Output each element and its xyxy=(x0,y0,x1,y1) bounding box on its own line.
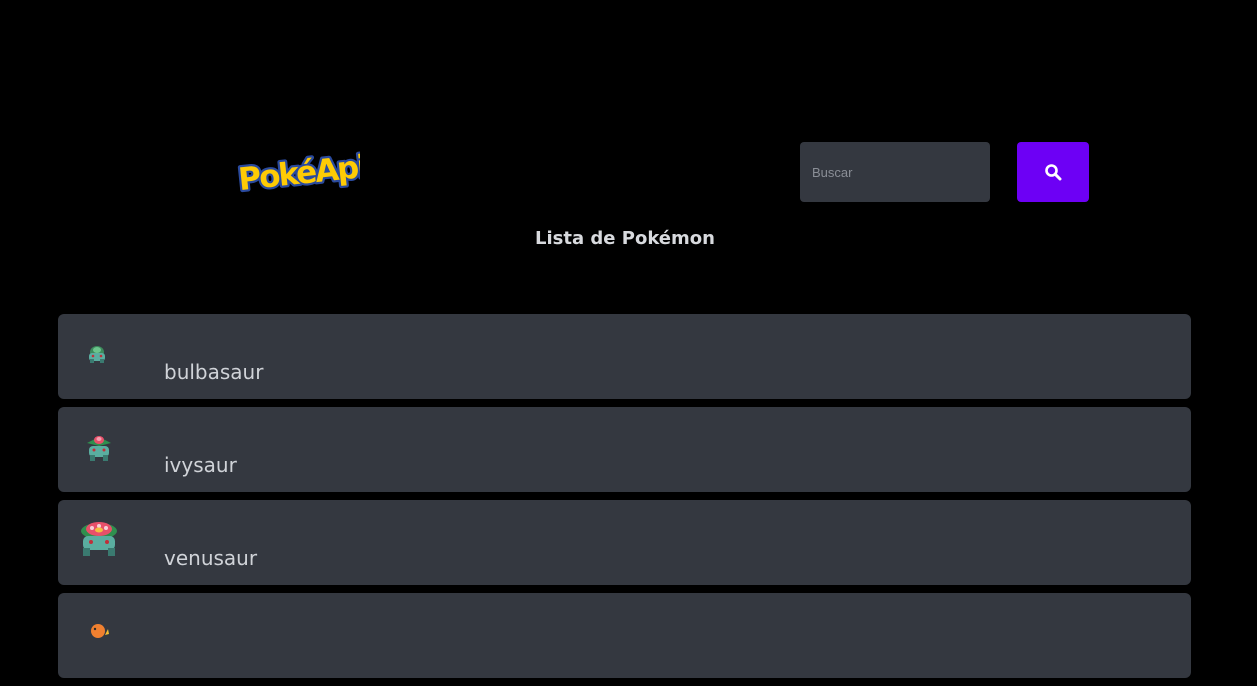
pokeapi-logo: PokéApi xyxy=(235,147,360,196)
pokemon-name: ivysaur xyxy=(164,453,237,477)
pokemon-card-ivysaur[interactable]: ivysaur xyxy=(58,407,1191,492)
pokemon-list: bulbasaur ivysaur venusaur xyxy=(58,314,1191,686)
pokemon-name: bulbasaur xyxy=(164,360,264,384)
ivysaur-sprite xyxy=(87,436,111,461)
pokemon-card-charmander[interactable] xyxy=(58,593,1191,678)
search-button[interactable] xyxy=(1017,142,1089,202)
svg-text:PokéApi: PokéApi xyxy=(237,149,360,196)
pokemon-card-venusaur[interactable]: venusaur xyxy=(58,500,1191,585)
charmander-sprite xyxy=(91,624,109,638)
pokemon-card-bulbasaur[interactable]: bulbasaur xyxy=(58,314,1191,399)
bulbasaur-sprite xyxy=(89,346,105,363)
venusaur-sprite xyxy=(81,522,117,556)
search-input[interactable] xyxy=(800,142,990,202)
pokemon-name: venusaur xyxy=(164,546,258,570)
search-icon xyxy=(1045,164,1062,181)
page-title: Lista de Pokémon xyxy=(535,228,715,249)
